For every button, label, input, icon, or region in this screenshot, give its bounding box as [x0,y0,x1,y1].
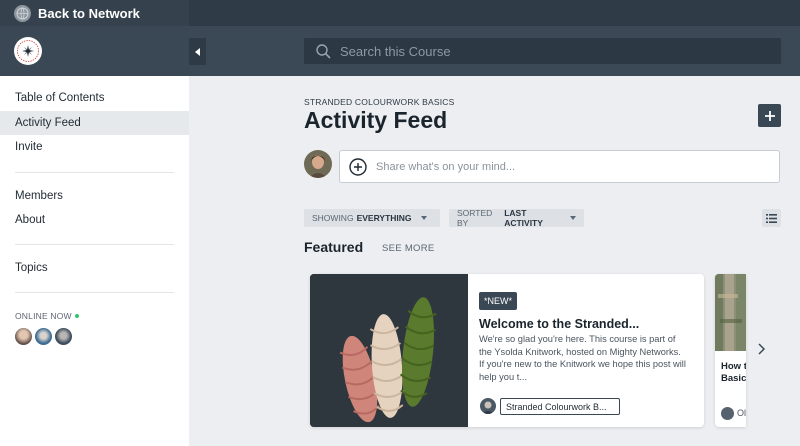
current-user-avatar[interactable] [304,150,332,178]
page-title: Activity Feed [304,107,448,133]
chevron-right-icon[interactable] [758,342,766,358]
search-bar[interactable] [304,38,781,64]
avatar[interactable] [55,328,72,345]
search-input[interactable] [340,43,740,59]
divider [15,292,174,293]
collapse-sidebar-button[interactable] [189,38,206,65]
card-body: *NEW* Welcome to the Stranded... We're s… [468,274,704,427]
avatar[interactable] [480,398,496,414]
back-to-network-label: Back to Network [38,5,140,21]
space-tag[interactable]: Stranded Colourwork B... [500,398,620,415]
see-more-link[interactable]: SEE MORE [382,243,435,254]
featured-card[interactable]: *NEW* Welcome to the Stranded... We're s… [310,274,704,427]
course-logo-area [0,26,189,76]
list-view-toggle[interactable] [762,209,781,227]
showing-filter-dropdown[interactable]: SHOWING EVERYTHING [304,209,440,227]
list-view-icon [766,213,777,223]
avatar[interactable] [35,328,52,345]
card-title[interactable]: Welcome to the Stranded... [479,317,699,331]
card-title[interactable]: How t Knitw Basics [721,361,746,384]
sidebar: Table of Contents Activity Feed Invite M… [0,76,189,446]
card-meta: Ol [737,408,746,418]
course-logo[interactable] [14,37,42,65]
course-label[interactable]: STRANDED COLOURWORK BASICS [304,97,455,107]
plus-icon [764,110,775,121]
online-members [15,328,72,345]
divider [15,172,174,173]
card-image [715,274,746,351]
yarn-skeins-image [310,274,468,427]
course-header-bar [0,26,800,76]
avatar[interactable] [721,407,734,420]
back-to-network-link[interactable]: Back to Network [0,0,189,26]
featured-heading: Featured [304,239,364,255]
globe-icon [14,4,31,22]
sidebar-item-invite[interactable]: Invite [0,135,189,159]
share-post-box[interactable] [339,150,780,183]
sidebar-item-table-of-contents[interactable]: Table of Contents [0,86,189,110]
featured-card[interactable]: How t Knitw Basics Ol [715,274,746,427]
add-post-button[interactable] [758,104,781,127]
card-excerpt: We're so glad you're here. This course i… [479,334,686,382]
sidebar-item-activity-feed[interactable]: Activity Feed [0,111,189,135]
sidebar-item-members[interactable]: Members [0,184,189,208]
sidebar-item-about[interactable]: About [0,208,189,232]
online-now-label: ONLINE NOW [15,311,79,321]
share-input[interactable] [376,160,766,173]
new-badge: *NEW* [479,292,518,310]
online-status-dot [74,314,79,318]
divider [15,244,174,245]
search-icon [316,43,331,59]
sidebar-item-topics[interactable]: Topics [0,256,189,280]
collapse-icon [194,47,200,56]
top-bar: Back to Network [0,0,800,26]
caret-down-icon [570,216,576,220]
avatar[interactable] [15,328,32,345]
sort-filter-dropdown[interactable]: SORTED BY LAST ACTIVITY [449,208,584,228]
add-circle-icon [349,157,367,176]
caret-down-icon [420,216,427,220]
